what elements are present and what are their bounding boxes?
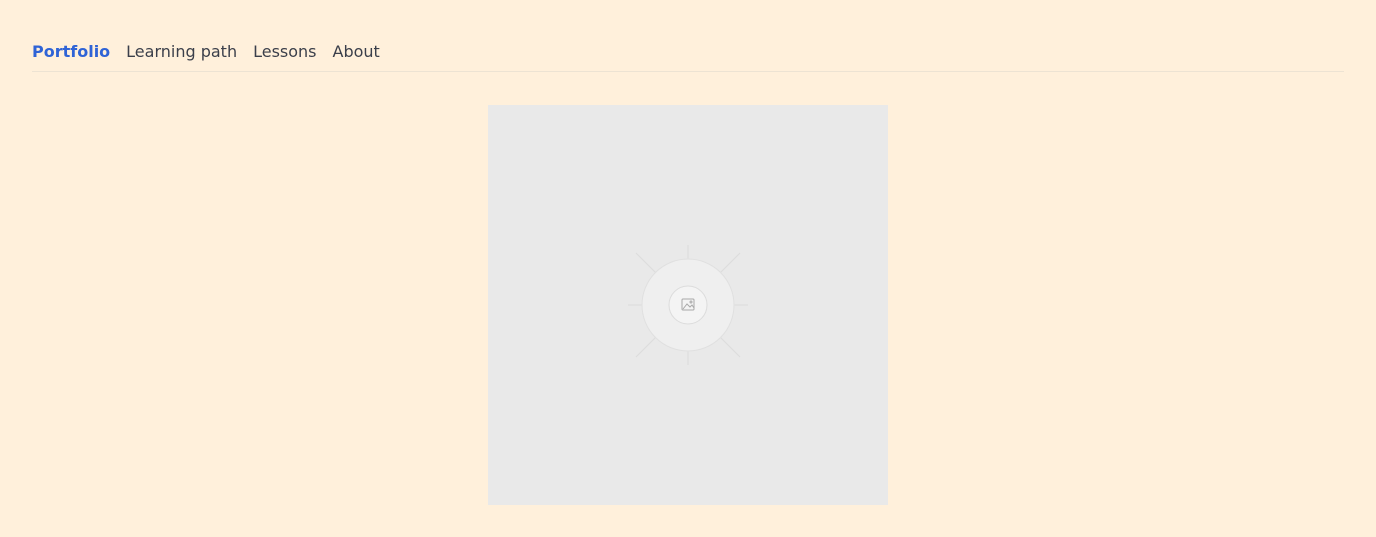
nav-link-learning-path[interactable]: Learning path [126, 32, 237, 72]
nav-link-lessons[interactable]: Lessons [253, 32, 316, 72]
top-nav: Portfolio Learning path Lessons About [32, 32, 1344, 72]
nav-link-portfolio[interactable]: Portfolio [32, 32, 110, 72]
image-placeholder [488, 105, 888, 505]
nav-link-about[interactable]: About [333, 32, 380, 72]
image-placeholder-graphic [628, 245, 748, 365]
